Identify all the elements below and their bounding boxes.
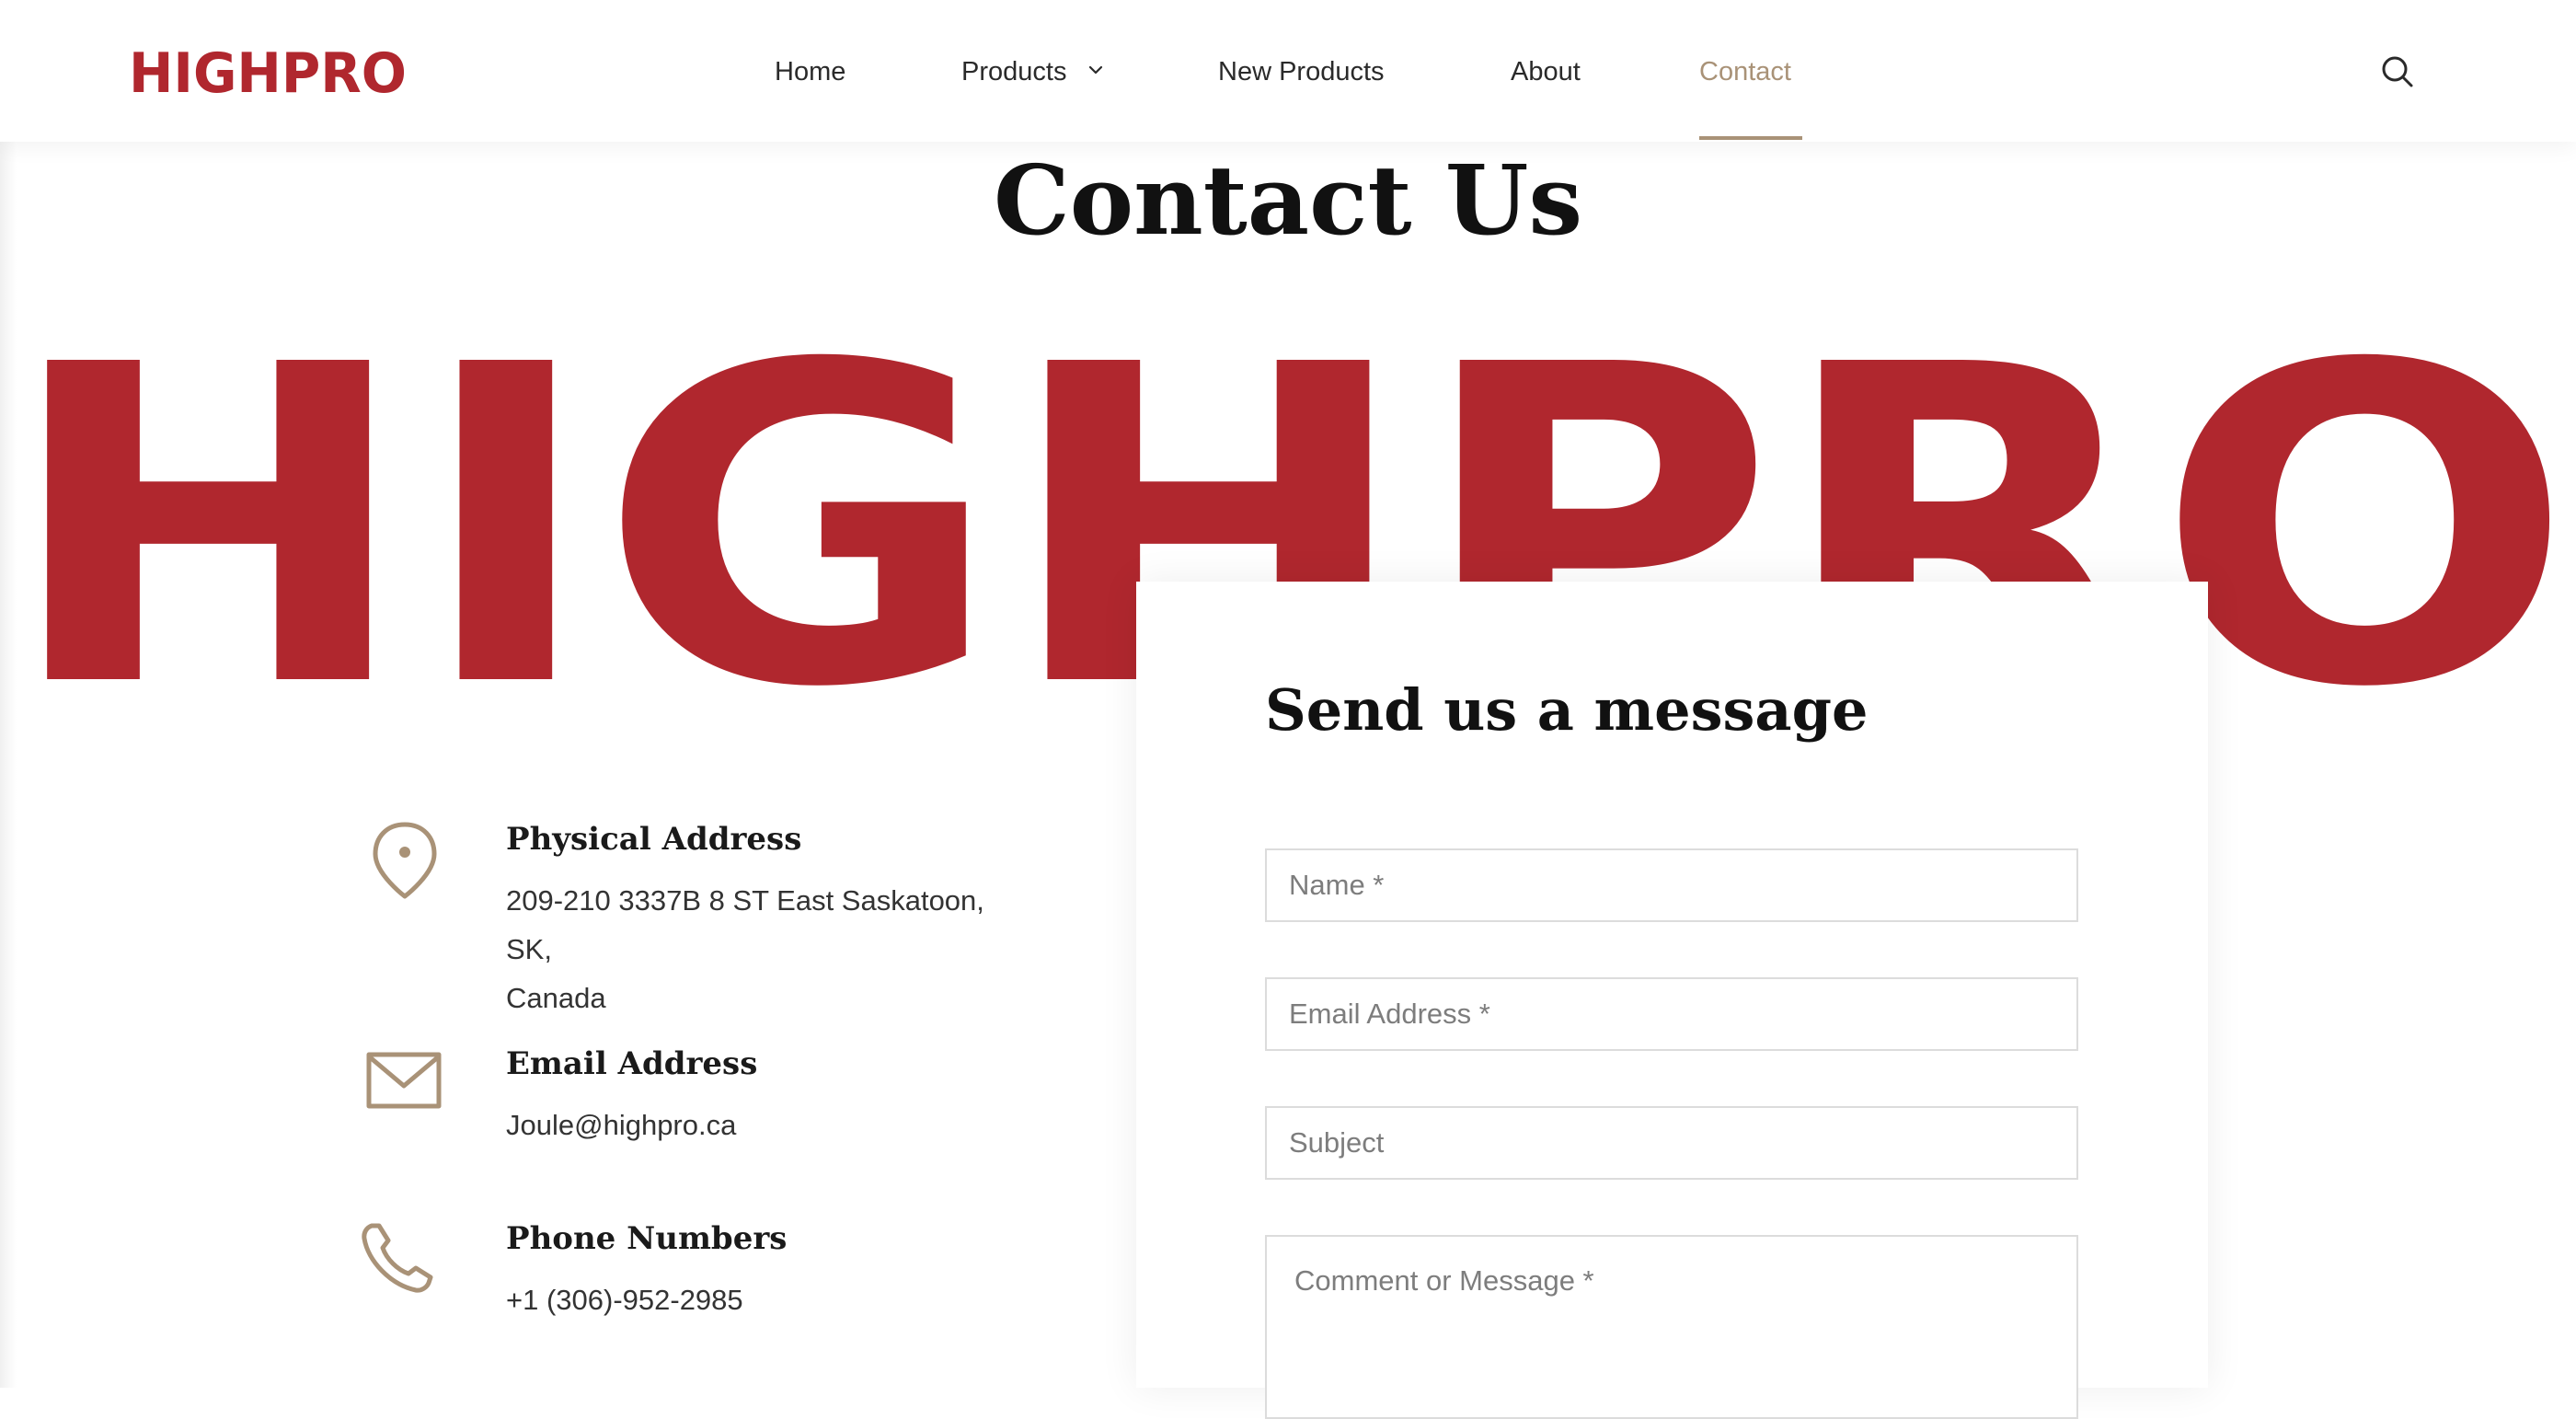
email-value[interactable]: Joule@highpro.ca <box>506 1101 1021 1149</box>
site-header: HIGHPRO Home Products New Products About… <box>0 0 2576 142</box>
form-title: Send us a message <box>1265 676 1869 744</box>
nav-contact-label: Contact <box>1699 57 1791 87</box>
page-edge-shade <box>0 0 17 1388</box>
nav-contact[interactable]: Contact <box>1699 52 1791 92</box>
map-pin-icon <box>373 822 437 899</box>
address-block: Physical Address 209-210 3337B 8 ST East… <box>359 819 1095 1014</box>
email-block: Email Address Joule@highpro.ca <box>359 1044 1095 1163</box>
phone-icon <box>362 1223 433 1293</box>
nav-about-label: About <box>1511 57 1581 87</box>
highpro-logo[interactable]: HIGHPRO <box>127 42 408 98</box>
subject-input[interactable] <box>1265 1106 2078 1180</box>
email-input[interactable] <box>1265 977 2078 1051</box>
email-heading: Email Address <box>506 1045 758 1082</box>
message-form-card: Send us a message <box>1136 582 2208 1419</box>
address-heading: Physical Address <box>506 821 802 858</box>
phone-value[interactable]: +1 (306)-952-2985 <box>506 1275 1021 1324</box>
address-line-1: 209-210 3337B 8 ST East Saskatoon, SK, <box>506 884 984 965</box>
nav-active-indicator <box>1699 136 1802 140</box>
chevron-down-icon <box>1088 66 1102 75</box>
nav-home[interactable]: Home <box>775 52 845 92</box>
nav-home-label: Home <box>775 57 846 87</box>
address-text: 209-210 3337B 8 ST East Saskatoon, SK, C… <box>506 876 1021 1022</box>
message-textarea[interactable] <box>1265 1235 2078 1419</box>
name-input[interactable] <box>1265 848 2078 922</box>
nav-products[interactable]: Products <box>961 52 1104 92</box>
address-line-2: Canada <box>506 982 606 1014</box>
search-icon[interactable] <box>2379 53 2416 90</box>
nav-about[interactable]: About <box>1511 52 1581 92</box>
page-title: Contact Us <box>994 144 1582 257</box>
phone-heading: Phone Numbers <box>506 1220 788 1257</box>
nav-new-products-label: New Products <box>1218 57 1385 87</box>
nav-new-products[interactable]: New Products <box>1218 52 1385 92</box>
nav-products-label: Products <box>961 57 1067 87</box>
phone-block: Phone Numbers +1 (306)-952-2985 <box>359 1218 1095 1338</box>
svg-text:HIGHPRO: HIGHPRO <box>129 42 407 98</box>
envelope-icon <box>366 1052 442 1109</box>
